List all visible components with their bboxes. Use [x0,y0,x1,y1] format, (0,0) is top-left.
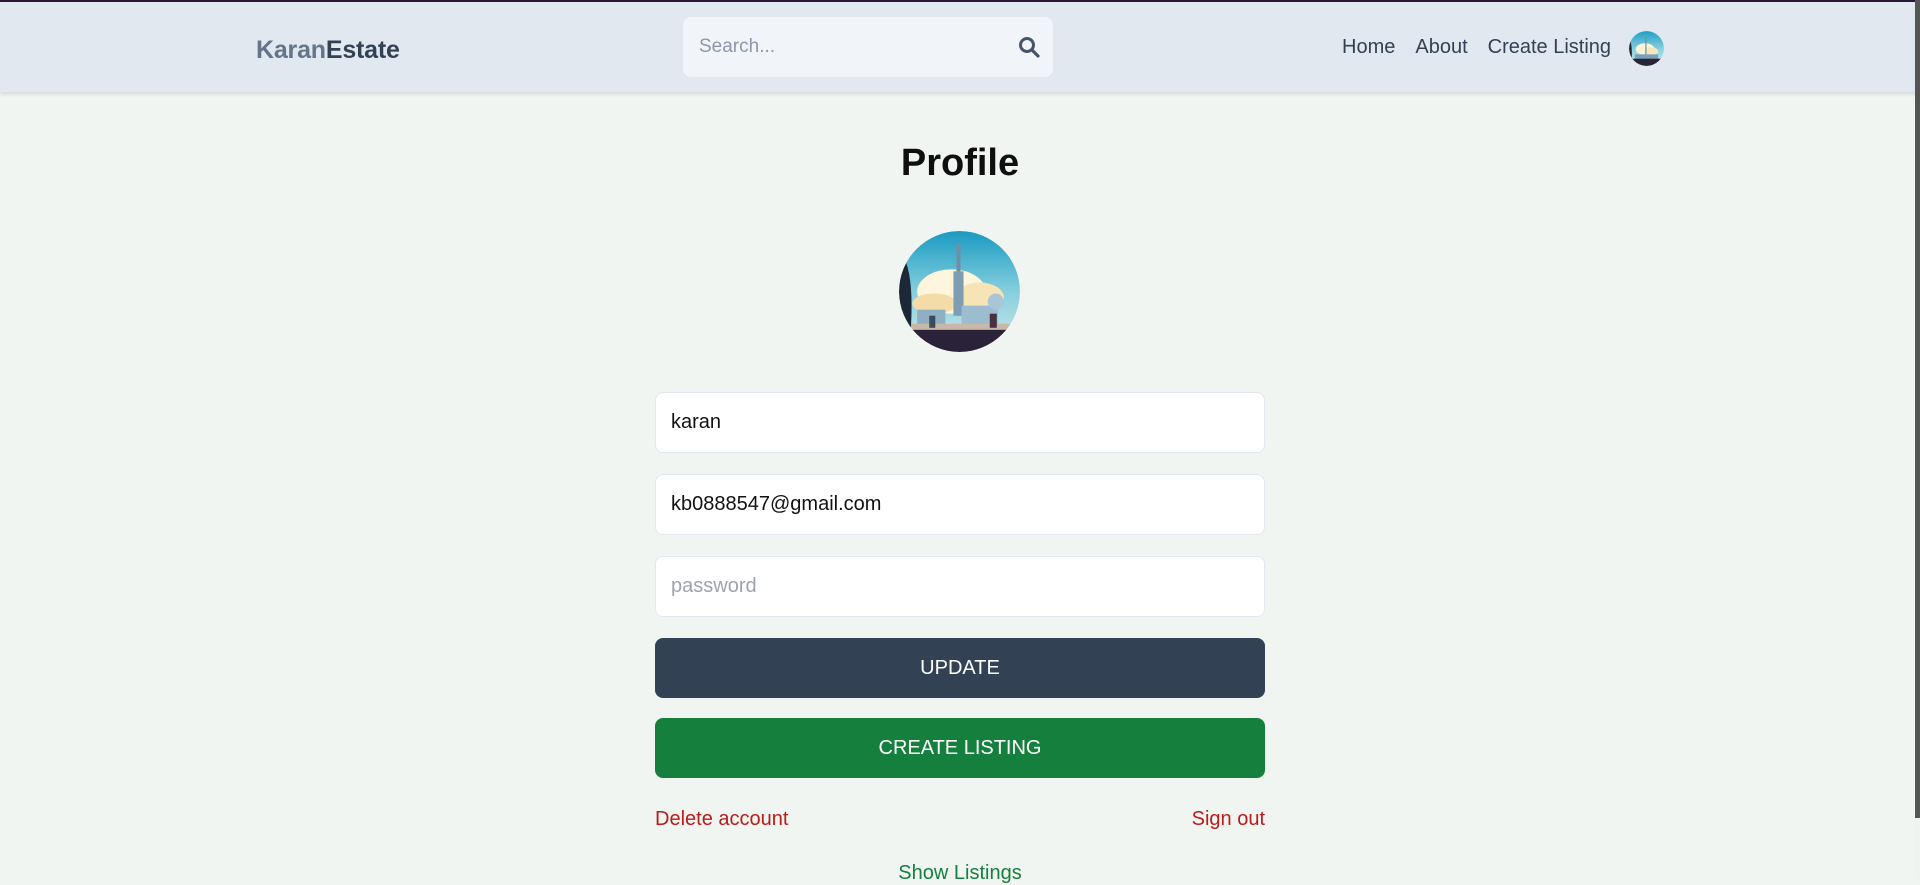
delete-account-link[interactable]: Delete account [655,808,788,831]
search-icon[interactable] [1017,35,1041,59]
page-title: Profile [900,142,1020,184]
logo-part-estate: Estate [325,36,400,64]
page-scrollbar[interactable] [1915,0,1920,879]
show-listings-button[interactable]: Show Listings [0,862,1920,885]
password-field[interactable] [655,556,1265,617]
header-avatar[interactable] [1629,31,1664,66]
search-input[interactable] [697,17,997,77]
username-field[interactable] [655,392,1265,453]
update-button[interactable]: UPDATE [655,638,1265,698]
search-form [683,17,1053,77]
sign-out-link[interactable]: Sign out [1192,808,1265,831]
nav-link-create-listing[interactable]: Create Listing [1488,36,1611,59]
create-listing-button[interactable]: CREATE LISTING [655,718,1265,778]
nav-link-about[interactable]: About [1415,36,1467,59]
email-field[interactable] [655,474,1265,535]
site-logo[interactable]: KaranEstate [256,36,400,65]
profile-avatar[interactable] [899,231,1020,352]
logo-part-karan: Karan [256,36,326,64]
scrollbar-thumb[interactable] [1915,0,1920,818]
nav-link-home[interactable]: Home [1342,36,1395,59]
site-header: KaranEstate Home About Create Listing [0,2,1920,92]
main-nav: Home About Create Listing [1342,36,1611,59]
